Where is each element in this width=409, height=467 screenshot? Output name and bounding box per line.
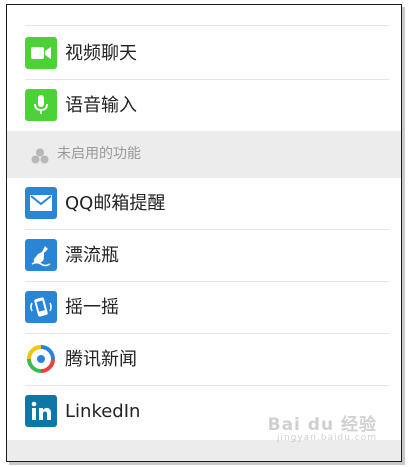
feature-label: 视频聊天 (65, 43, 137, 64)
bottom-section-strip (7, 440, 401, 461)
watermark-text: Bai du 经验 (267, 415, 377, 435)
video-camera-icon (25, 37, 57, 69)
baidu-watermark: Bai du 经验 jingyan.baidu.com (268, 410, 377, 443)
feature-label: QQ邮箱提醒 (65, 193, 166, 214)
microphone-icon (25, 89, 57, 121)
shake-phone-icon (25, 291, 57, 323)
feature-label: 腾讯新闻 (65, 349, 137, 370)
watermark-sub: jingyan.baidu.com (276, 433, 377, 443)
linkedin-icon (25, 395, 57, 427)
features-cluster-icon (31, 148, 49, 164)
feature-row-tencent-news[interactable]: 腾讯新闻 (7, 334, 401, 386)
feature-row-video-chat[interactable]: 视频聊天 (7, 28, 401, 80)
drift-bottle-icon (25, 239, 57, 271)
mail-envelope-icon (25, 187, 57, 219)
disabled-section-header: 未启用的功能 (7, 131, 401, 178)
feature-label: 摇一摇 (65, 297, 119, 318)
feature-row-qq-mail[interactable]: QQ邮箱提醒 (7, 178, 401, 230)
feature-label: LinkedIn (65, 401, 141, 422)
settings-panel: 视频聊天 语音输入 未启用的功能 QQ邮箱提醒 漂流瓶 摇一摇 腾讯新闻 Lin… (6, 4, 402, 462)
section-title: 未启用的功能 (57, 146, 141, 162)
feature-row-voice-input[interactable]: 语音输入 (7, 80, 401, 132)
feature-label: 漂流瓶 (65, 245, 119, 266)
tencent-news-icon (25, 343, 57, 375)
feature-row-shake[interactable]: 摇一摇 (7, 282, 401, 334)
feature-row-drift-bottle[interactable]: 漂流瓶 (7, 230, 401, 282)
feature-label: 语音输入 (65, 95, 137, 116)
top-divider (25, 25, 389, 26)
